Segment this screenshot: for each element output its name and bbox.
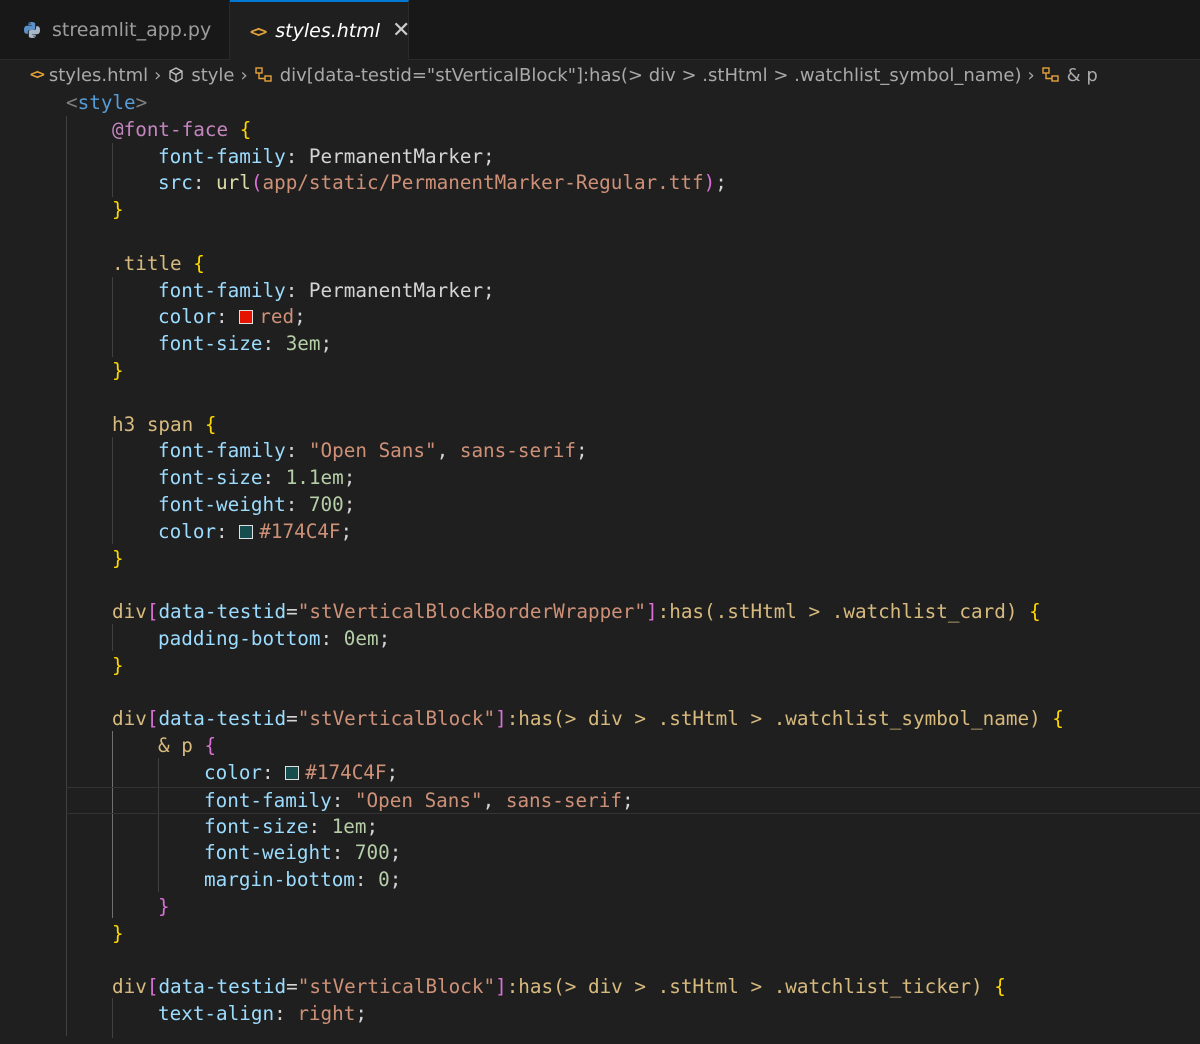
code-line-current: font-family: "Open Sans", sans-serif;: [66, 786, 1200, 814]
code-line: div[data-testid="stVerticalBlockBorderWr…: [112, 600, 1041, 624]
tab-styles-html[interactable]: <> styles.html ✕: [230, 0, 410, 60]
chevron-right-icon: ›: [1027, 64, 1035, 86]
code-line: font-size: 1em;: [204, 814, 379, 838]
code-line: h3 span {: [112, 412, 217, 436]
code-icon: <>: [30, 67, 45, 83]
tab-label: styles.html: [275, 20, 381, 42]
code-line: font-size: 1.1em;: [158, 466, 356, 490]
code-line: font-weight: 700;: [158, 493, 356, 516]
code-editor[interactable]: <style> @font-face { font-family: Perman…: [0, 90, 1200, 1044]
breadcrumb-style[interactable]: style: [167, 65, 235, 86]
code-line: }: [158, 895, 170, 918]
chevron-right-icon: ›: [240, 64, 248, 86]
selector-icon: [254, 66, 274, 84]
close-icon[interactable]: ✕: [392, 20, 410, 42]
code-line: }: [112, 921, 124, 945]
code-line: color: #174C4F;: [158, 519, 353, 543]
code-line: font-family: PermanentMarker;: [158, 278, 495, 302]
color-swatch[interactable]: [239, 524, 254, 539]
python-icon: [22, 20, 42, 40]
code-line: }: [112, 359, 124, 382]
color-swatch[interactable]: [239, 310, 254, 325]
code-line: font-family: PermanentMarker;: [158, 144, 495, 168]
chevron-right-icon: ›: [154, 64, 162, 86]
color-swatch[interactable]: [285, 766, 300, 780]
code-line: font-size: 3em;: [158, 332, 333, 356]
breadcrumb-nested[interactable]: & p: [1041, 65, 1098, 86]
code-line: }: [112, 198, 124, 222]
breadcrumb: <> styles.html › style › div[data-testid…: [0, 61, 1200, 89]
code-line: @font-face {: [112, 117, 252, 141]
code-line: .title {: [112, 251, 205, 275]
tab-label: streamlit_app.py: [52, 18, 212, 41]
code-line: color: red;: [158, 305, 306, 329]
code-line: src: url(app/static/PermanentMarker-Regu…: [158, 171, 727, 195]
code-line: margin-bottom: 0;: [204, 868, 402, 892]
code-line: & p {: [158, 734, 217, 758]
cube-icon: [167, 66, 185, 84]
breadcrumb-selector[interactable]: div[data-testid="stVerticalBlock"]:has(>…: [254, 65, 1021, 86]
code-icon: <>: [250, 21, 267, 41]
code-line: padding-bottom: 0em;: [158, 627, 391, 650]
code-line: div[data-testid="stVerticalBlock"]:has(>…: [112, 975, 1006, 999]
code-line: div[data-testid="stVerticalBlock"]:has(>…: [112, 707, 1064, 731]
code-line: }: [112, 653, 124, 677]
code-line: color: #174C4F;: [204, 761, 399, 784]
code-line: font-weight: 700;: [204, 841, 402, 865]
code-line: text-align: right;: [158, 1002, 367, 1026]
code-line: font-family: "Open Sans", sans-serif;: [158, 439, 588, 463]
code-line: <style>: [66, 91, 148, 114]
breadcrumb-file[interactable]: <> styles.html: [30, 65, 148, 86]
code-line: }: [112, 546, 124, 570]
editor-tab-bar: streamlit_app.py <> styles.html ✕: [0, 0, 1200, 60]
selector-icon: [1041, 66, 1061, 84]
tab-streamlit-app[interactable]: streamlit_app.py: [0, 0, 230, 59]
